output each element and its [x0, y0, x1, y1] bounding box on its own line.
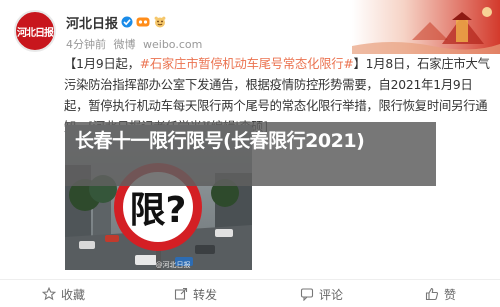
image-watermark: @河北日报 [156, 260, 191, 269]
collect-label: 收藏 [61, 287, 86, 302]
source-label: 微博 [113, 38, 136, 51]
badge-icon [136, 17, 150, 27]
author-row: 河北日报 [66, 13, 167, 32]
verified-icon [121, 16, 133, 28]
comment-icon [300, 288, 314, 301]
source-site: weibo.com [143, 38, 203, 51]
title-overlay: 长春十一限行限号(长春限行2021) [65, 122, 436, 186]
avatar[interactable]: 河北日报 [14, 10, 56, 52]
post-meta: 4分钟前 微博 weibo.com [66, 36, 206, 52]
action-bar: 收藏 转发 评论 赞 [0, 279, 500, 307]
author-name[interactable]: 河北日报 [66, 13, 118, 32]
post-text-prefix: 【1月9日起， [64, 57, 140, 71]
hashtag-link[interactable]: #石家庄市暂停机动车尾号常态化限行# [140, 57, 354, 71]
header-banner-image [352, 0, 500, 54]
thumb-up-icon [425, 287, 439, 301]
overlay-title: 长春十一限行限号(长春限行2021) [75, 130, 365, 152]
avatar-text: 河北日报 [17, 28, 54, 39]
post-time: 4分钟前 [66, 38, 106, 51]
like-label: 赞 [444, 287, 457, 302]
comment-label: 评论 [319, 287, 344, 302]
emoji-icon [154, 16, 166, 28]
forward-icon [174, 287, 188, 300]
like-button[interactable]: 赞 [425, 280, 456, 307]
forward-label: 转发 [193, 287, 218, 302]
post-header: 河北日报 河北日报 4分钟前 微博 weibo.com [0, 0, 500, 54]
comment-button[interactable]: 评论 [300, 280, 343, 307]
sign-text: 限? [130, 190, 187, 231]
forward-button[interactable]: 转发 [174, 280, 217, 307]
star-icon [42, 287, 56, 301]
collect-button[interactable]: 收藏 [42, 280, 85, 307]
